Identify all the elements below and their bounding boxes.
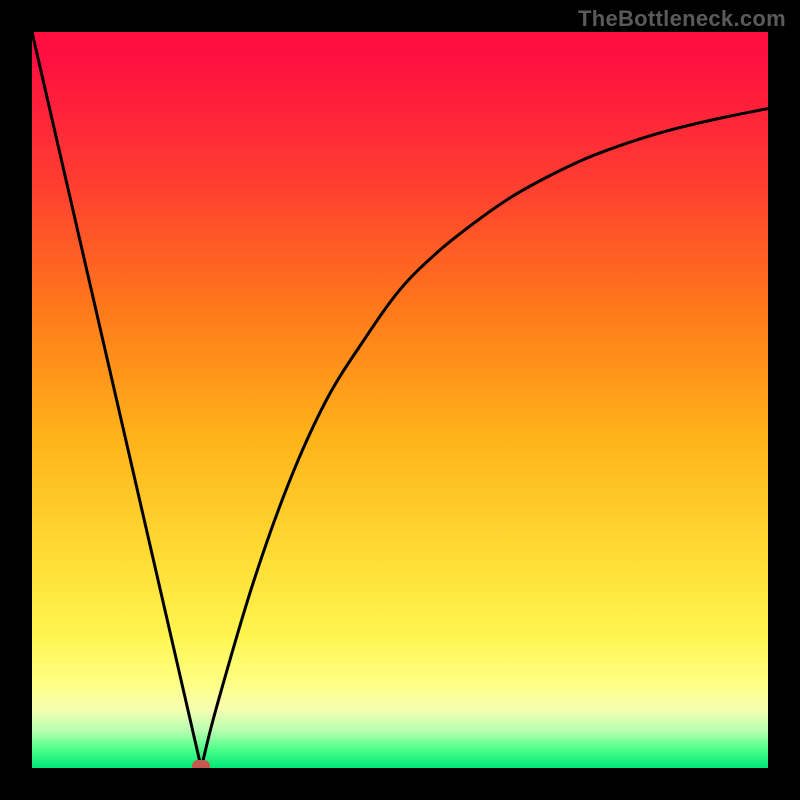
curve-layer (32, 32, 768, 768)
chart-plot-area (32, 32, 768, 768)
bottleneck-curve-path (32, 32, 768, 768)
attribution-label: TheBottleneck.com (578, 6, 786, 32)
minimum-marker (192, 760, 210, 768)
